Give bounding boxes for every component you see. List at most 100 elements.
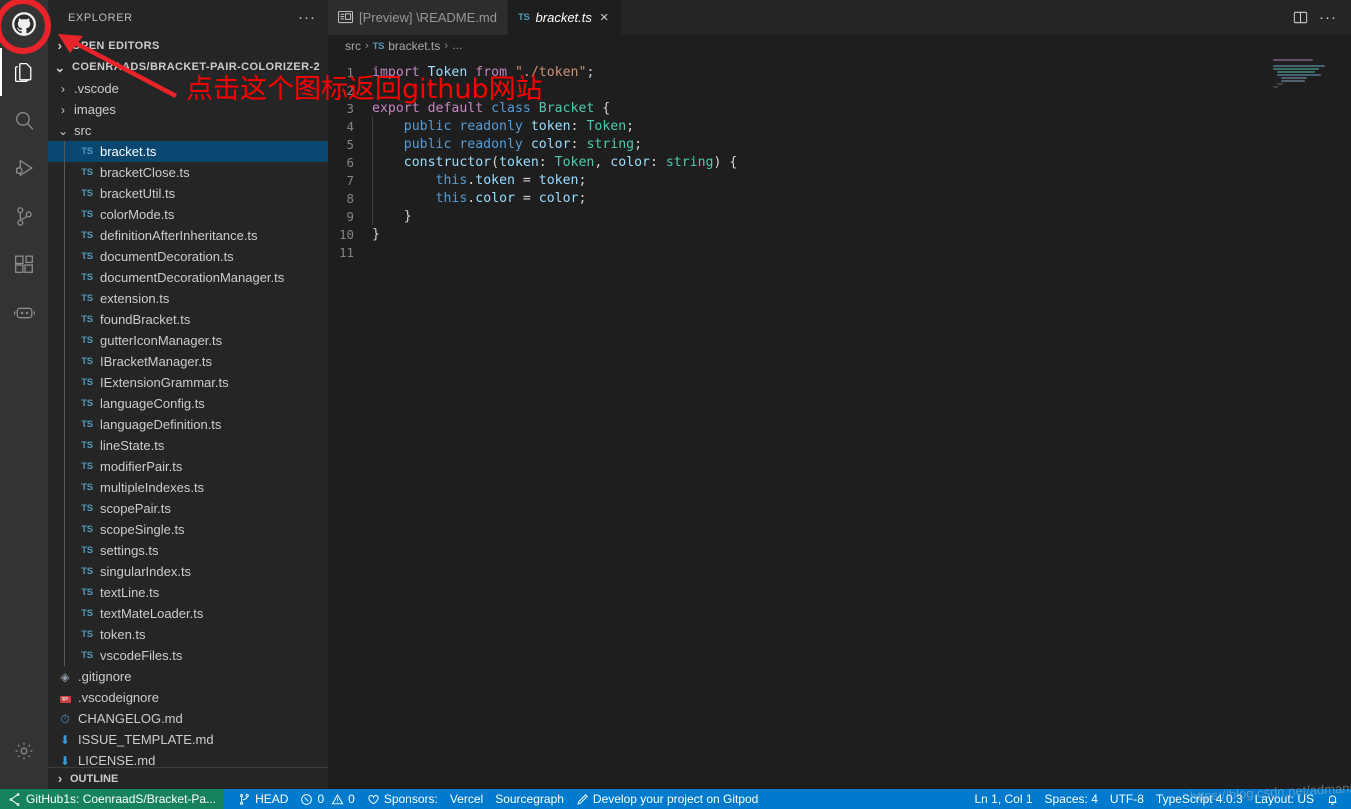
status-indentation[interactable]: Spaces: 4 <box>1039 789 1104 809</box>
minimap-line <box>1273 68 1319 70</box>
tree-folder-row[interactable]: ⌄ src <box>48 120 328 141</box>
tree-item-label: languageDefinition.ts <box>100 417 222 433</box>
tree-item-label: colorMode.ts <box>100 207 175 223</box>
status-sponsors[interactable]: Sponsors: <box>361 789 444 809</box>
code-line[interactable]: 10} <box>328 225 1245 243</box>
tree-file-row[interactable]: TS token.ts <box>48 624 328 646</box>
tree-file-row[interactable]: TS bracketClose.ts <box>48 162 328 184</box>
status-sourcegraph[interactable]: Sourcegraph <box>489 789 570 809</box>
breadcrumb-separator: › <box>365 40 369 52</box>
extensions-icon[interactable] <box>0 240 48 288</box>
tree-file-row[interactable]: ⬇ ISSUE_TEMPLATE.md <box>48 729 328 750</box>
status-vercel[interactable]: Vercel <box>444 789 489 809</box>
editor-scrollbar[interactable] <box>1337 57 1351 789</box>
breadcrumb-item-src[interactable]: src <box>345 39 361 53</box>
source-control-icon[interactable] <box>0 192 48 240</box>
tree-item-label: vscodeFiles.ts <box>100 648 183 664</box>
tree-file-row[interactable]: TS scopePair.ts <box>48 498 328 520</box>
tree-file-row[interactable]: TS textLine.ts <box>48 582 328 604</box>
tree-file-row[interactable]: TS IBracketManager.ts <box>48 351 328 373</box>
tree-item-label: LICENSE.md <box>78 753 156 767</box>
tree-file-row[interactable]: TS multipleIndexes.ts <box>48 477 328 499</box>
tree-item-label: textLine.ts <box>100 585 160 601</box>
status-cursor-position[interactable]: Ln 1, Col 1 <box>968 789 1038 809</box>
search-icon[interactable] <box>0 96 48 144</box>
files-explorer-icon[interactable] <box>0 48 48 96</box>
run-debug-icon[interactable] <box>0 144 48 192</box>
tree-item-label: ISSUE_TEMPLATE.md <box>78 732 214 748</box>
tree-file-row[interactable]: TS bracket.ts <box>48 141 328 163</box>
status-branch[interactable]: HEAD <box>232 789 294 809</box>
github-icon[interactable] <box>0 0 48 48</box>
tree-item-label: .gitignore <box>78 669 132 685</box>
tree-item-label: documentDecoration.ts <box>100 249 234 265</box>
tree-file-row[interactable]: TS textMateLoader.ts <box>48 603 328 625</box>
code-lines[interactable]: 1 import Token from "./token"; 2 3 export de… <box>328 57 1245 789</box>
section-outline[interactable]: › OUTLINE <box>48 767 328 789</box>
code-line[interactable]: 11 <box>328 243 1245 261</box>
activity-bar <box>0 0 48 789</box>
typescript-icon: TS <box>81 334 93 346</box>
code-line[interactable]: 6 constructor(token: Token, color: strin… <box>328 152 1245 171</box>
tree-file-row[interactable]: TS gutterIconManager.ts <box>48 330 328 352</box>
status-encoding[interactable]: UTF-8 <box>1104 789 1150 809</box>
typescript-icon: TS <box>81 544 93 556</box>
breadcrumb-item-symbols[interactable]: … <box>452 40 463 52</box>
tree-file-row[interactable]: TS lineState.ts <box>48 435 328 457</box>
tree-file-row[interactable]: ⬇ LICENSE.md <box>48 750 328 767</box>
annotation-text: 点击这个图标返回github网站 <box>186 74 543 105</box>
typescript-icon: TS <box>81 250 93 262</box>
status-language-mode[interactable]: TypeScript 4.0.3 <box>1150 789 1249 809</box>
section-open-editors[interactable]: › OPEN EDITORS <box>48 35 328 57</box>
tree-file-row[interactable]: TS modifierPair.ts <box>48 456 328 478</box>
tree-file-row[interactable]: TS IExtensionGrammar.ts <box>48 372 328 394</box>
status-bar-right: Ln 1, Col 1 Spaces: 4 UTF-8 TypeScript 4… <box>968 789 1351 809</box>
minimap[interactable] <box>1245 57 1337 789</box>
tab-bracket-ts[interactable]: TS bracket.ts × <box>507 0 622 35</box>
code-line[interactable]: 7 this.token = token; <box>328 170 1245 189</box>
tree-file-row[interactable]: TS singularIndex.ts <box>48 561 328 583</box>
section-workspace-label: COENRAADS/BRACKET-PAIR-COLORIZER-2 <box>72 61 321 74</box>
tree-file-row[interactable]: TS languageConfig.ts <box>48 393 328 415</box>
tab-close-icon[interactable]: × <box>598 10 611 25</box>
breadcrumb-item-file[interactable]: TS bracket.ts <box>373 39 441 53</box>
status-gitpod[interactable]: Develop your project on Gitpod <box>570 789 764 809</box>
tree-file-row[interactable]: TS bracketUtil.ts <box>48 183 328 205</box>
tree-item-label: CHANGELOG.md <box>78 711 183 727</box>
code-line[interactable]: 5 public readonly color: string; <box>328 134 1245 153</box>
tree-file-row[interactable]: TS scopeSingle.ts <box>48 519 328 541</box>
status-problems[interactable]: 0 0 <box>294 789 360 809</box>
tree-file-row[interactable]: TS foundBracket.ts <box>48 309 328 331</box>
chevron-down-icon: ⌄ <box>57 123 69 138</box>
tree-file-row[interactable]: TS documentDecoration.ts <box>48 246 328 268</box>
line-number: 9 <box>346 208 354 224</box>
more-actions-icon[interactable]: ··· <box>1319 10 1337 25</box>
tree-file-row[interactable]: TS documentDecorationManager.ts <box>48 267 328 289</box>
breadcrumb-separator: › <box>444 40 448 52</box>
tree-file-row[interactable]: TS definitionAfterInheritance.ts <box>48 225 328 247</box>
status-notifications[interactable] <box>1320 789 1345 809</box>
typescript-icon: TS <box>81 502 93 514</box>
status-remote-indicator[interactable]: GitHub1s: CoenraadS/Bracket-Pa... <box>0 789 225 809</box>
code-editor[interactable]: 1 import Token from "./token"; 2 3 export de… <box>328 57 1351 789</box>
sidebar-more-actions-icon[interactable]: ··· <box>298 10 316 25</box>
tree-file-row[interactable]: ◈ .gitignore <box>48 666 328 687</box>
tab-readme-preview[interactable]: [Preview] \README.md <box>328 0 508 35</box>
tree-file-row[interactable]: ⏱ CHANGELOG.md <box>48 708 328 729</box>
line-content: constructor(token: Token, color: string)… <box>372 152 737 171</box>
tree-file-row[interactable]: TS extension.ts <box>48 288 328 310</box>
split-editor-icon[interactable] <box>1292 9 1309 26</box>
tree-file-row[interactable]: TS settings.ts <box>48 540 328 562</box>
tree-file-row[interactable]: TS vscodeFiles.ts <box>48 645 328 667</box>
minimap-line <box>1273 65 1325 67</box>
remote-explorer-icon[interactable] <box>0 288 48 336</box>
settings-gear-icon[interactable] <box>0 727 48 775</box>
tree-file-row[interactable]: ign .vscodeignore <box>48 687 328 708</box>
tree-file-row[interactable]: TS colorMode.ts <box>48 204 328 226</box>
code-line[interactable]: 8 this.color = color; <box>328 188 1245 207</box>
tree-file-row[interactable]: TS languageDefinition.ts <box>48 414 328 436</box>
code-line[interactable]: 9 } <box>328 206 1245 225</box>
status-keyboard-layout[interactable]: Layout: US <box>1249 789 1320 809</box>
code-line[interactable]: 4 public readonly token: Token; <box>328 116 1245 135</box>
chevron-down-icon: ⌄ <box>54 59 66 75</box>
